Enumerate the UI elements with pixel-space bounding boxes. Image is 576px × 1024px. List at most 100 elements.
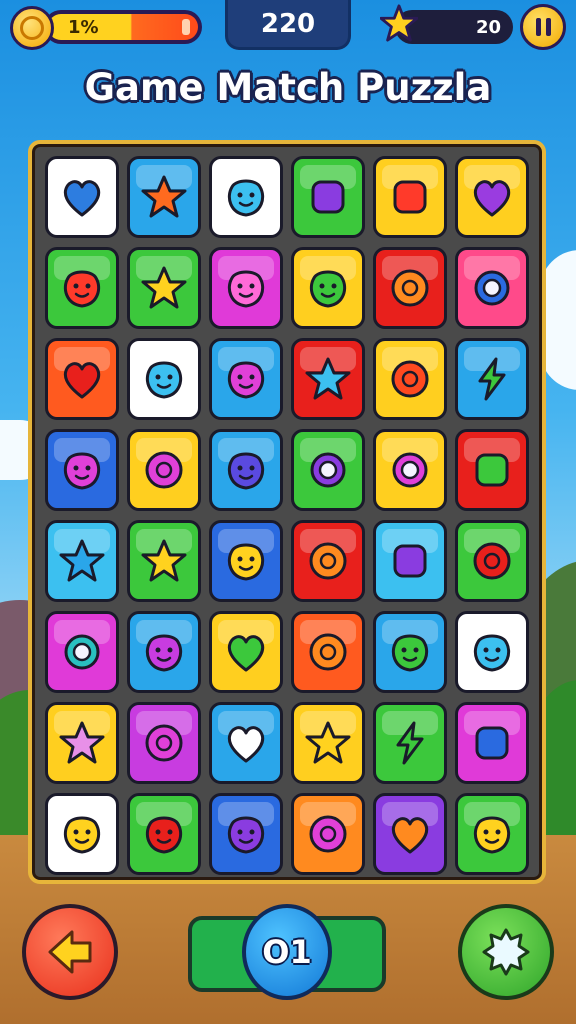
tile[interactable]: [455, 702, 529, 784]
coin-icon: [10, 6, 54, 50]
booster-counter-button[interactable]: O1: [242, 904, 332, 1000]
star-count: 20: [475, 16, 501, 38]
face-icon: [145, 816, 183, 854]
tile[interactable]: [127, 611, 201, 693]
bolt-icon: [396, 721, 424, 765]
heart-icon: [63, 180, 101, 217]
game-screen: 1% 220 20 Game Match Puzzla O1: [0, 0, 576, 1024]
face-icon: [473, 816, 511, 854]
tile[interactable]: [455, 247, 529, 329]
square-icon: [311, 180, 345, 214]
tile[interactable]: [45, 429, 119, 511]
face-icon: [227, 179, 265, 217]
tile[interactable]: [373, 793, 447, 875]
ring-icon: [474, 270, 510, 306]
tile[interactable]: [209, 702, 283, 784]
tile[interactable]: [45, 247, 119, 329]
tile[interactable]: [291, 429, 365, 511]
tile[interactable]: [45, 156, 119, 238]
tile[interactable]: [127, 520, 201, 602]
tile[interactable]: [209, 156, 283, 238]
tile[interactable]: [209, 793, 283, 875]
tile[interactable]: [127, 247, 201, 329]
heart-icon: [63, 362, 101, 399]
face-icon: [473, 634, 511, 672]
face-icon: [145, 634, 183, 672]
tile[interactable]: [373, 156, 447, 238]
tile[interactable]: [373, 520, 447, 602]
tile[interactable]: [291, 611, 365, 693]
coin-meter: 1%: [44, 10, 202, 44]
tile[interactable]: [455, 793, 529, 875]
tile[interactable]: [373, 702, 447, 784]
heart-icon: [227, 726, 265, 763]
tile[interactable]: [209, 520, 283, 602]
tile[interactable]: [127, 338, 201, 420]
ring-icon: [310, 452, 346, 488]
tile[interactable]: [127, 702, 201, 784]
tile[interactable]: [209, 338, 283, 420]
puzzle-board: [28, 140, 546, 884]
back-button[interactable]: [22, 904, 118, 1000]
tile[interactable]: [45, 702, 119, 784]
tile[interactable]: [209, 247, 283, 329]
circle-icon: [391, 269, 429, 307]
tile[interactable]: [45, 338, 119, 420]
star-icon: [305, 721, 351, 764]
tile[interactable]: [291, 338, 365, 420]
pause-icon: [535, 18, 541, 36]
tile[interactable]: [373, 247, 447, 329]
arrow-left-icon: [48, 930, 92, 974]
coin-count: 1%: [68, 17, 99, 38]
pause-button[interactable]: [520, 4, 566, 50]
square-icon: [393, 544, 427, 578]
face-icon: [227, 361, 265, 399]
tile[interactable]: [455, 338, 529, 420]
meter-cap: [182, 19, 190, 35]
tile[interactable]: [45, 611, 119, 693]
star-icon: [59, 539, 105, 582]
star-icon: [141, 539, 187, 582]
face-icon: [227, 270, 265, 308]
circle-icon: [473, 542, 511, 580]
game-title: Game Match Puzzla: [84, 66, 492, 109]
circle-icon: [309, 815, 347, 853]
circle-icon: [391, 360, 429, 398]
tile[interactable]: [127, 156, 201, 238]
booster-counter-text: O1: [262, 933, 312, 971]
tile[interactable]: [291, 520, 365, 602]
settings-button[interactable]: [458, 904, 554, 1000]
square-icon: [475, 453, 509, 487]
tile[interactable]: [209, 429, 283, 511]
face-icon: [145, 361, 183, 399]
tile[interactable]: [291, 156, 365, 238]
tile[interactable]: [455, 611, 529, 693]
star-icon: [59, 721, 105, 764]
heart-icon: [391, 817, 429, 854]
tile[interactable]: [455, 520, 529, 602]
tile[interactable]: [455, 429, 529, 511]
tile[interactable]: [127, 793, 201, 875]
face-icon: [227, 452, 265, 490]
tile[interactable]: [373, 611, 447, 693]
tile[interactable]: [455, 156, 529, 238]
tile[interactable]: [373, 429, 447, 511]
tile[interactable]: [291, 247, 365, 329]
square-icon: [393, 180, 427, 214]
bolt-icon: [478, 357, 506, 401]
gear-icon: [482, 928, 530, 976]
tile[interactable]: [45, 520, 119, 602]
tile[interactable]: [373, 338, 447, 420]
ring-icon: [64, 634, 100, 670]
square-icon: [475, 726, 509, 760]
star-icon: [141, 266, 187, 309]
tile[interactable]: [291, 702, 365, 784]
tile[interactable]: [291, 793, 365, 875]
tile[interactable]: [209, 611, 283, 693]
star-icon: [305, 357, 351, 400]
face-icon: [227, 816, 265, 854]
star-icon: [380, 4, 418, 42]
face-icon: [309, 270, 347, 308]
tile[interactable]: [45, 793, 119, 875]
tile[interactable]: [127, 429, 201, 511]
